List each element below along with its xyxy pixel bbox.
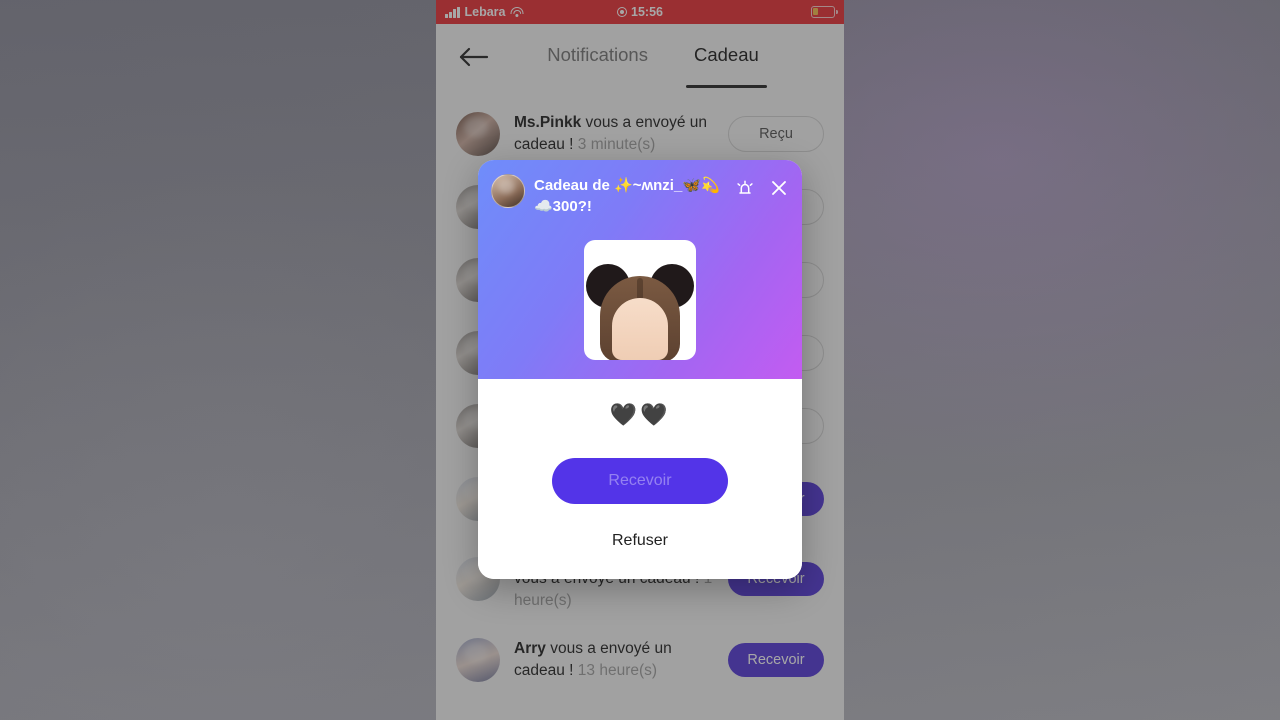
gift-dialog-header-row: Cadeau de ✨~ʍnzi_🦋💫☁️300?!: [478, 160, 802, 217]
gift-dialog-title: Cadeau de ✨~ʍnzi_🦋💫☁️300?!: [534, 177, 720, 215]
gift-dialog-body: 🖤🖤 Recevoir Refuser: [478, 379, 802, 579]
gift-dialog-actions: [735, 174, 789, 198]
bear-hat-gift-icon: [584, 240, 696, 360]
gift-dialog-header: Cadeau de ✨~ʍnzi_🦋💫☁️300?!: [478, 160, 802, 379]
gift-dialog: Cadeau de ✨~ʍnzi_🦋💫☁️300?! 🖤🖤 Recevoir R…: [478, 160, 802, 579]
receive-button[interactable]: Recevoir: [552, 458, 728, 504]
decline-button[interactable]: Refuser: [612, 532, 668, 550]
gift-image-wrap: [478, 240, 802, 360]
close-x-icon[interactable]: [769, 178, 789, 198]
gift-caption: 🖤🖤: [609, 402, 671, 427]
phone-screen: Lebara 15:56 Notifications Cadeau Ms.Pin…: [436, 0, 844, 720]
sender-avatar: [491, 174, 525, 208]
alarm-bell-icon[interactable]: [735, 178, 755, 198]
